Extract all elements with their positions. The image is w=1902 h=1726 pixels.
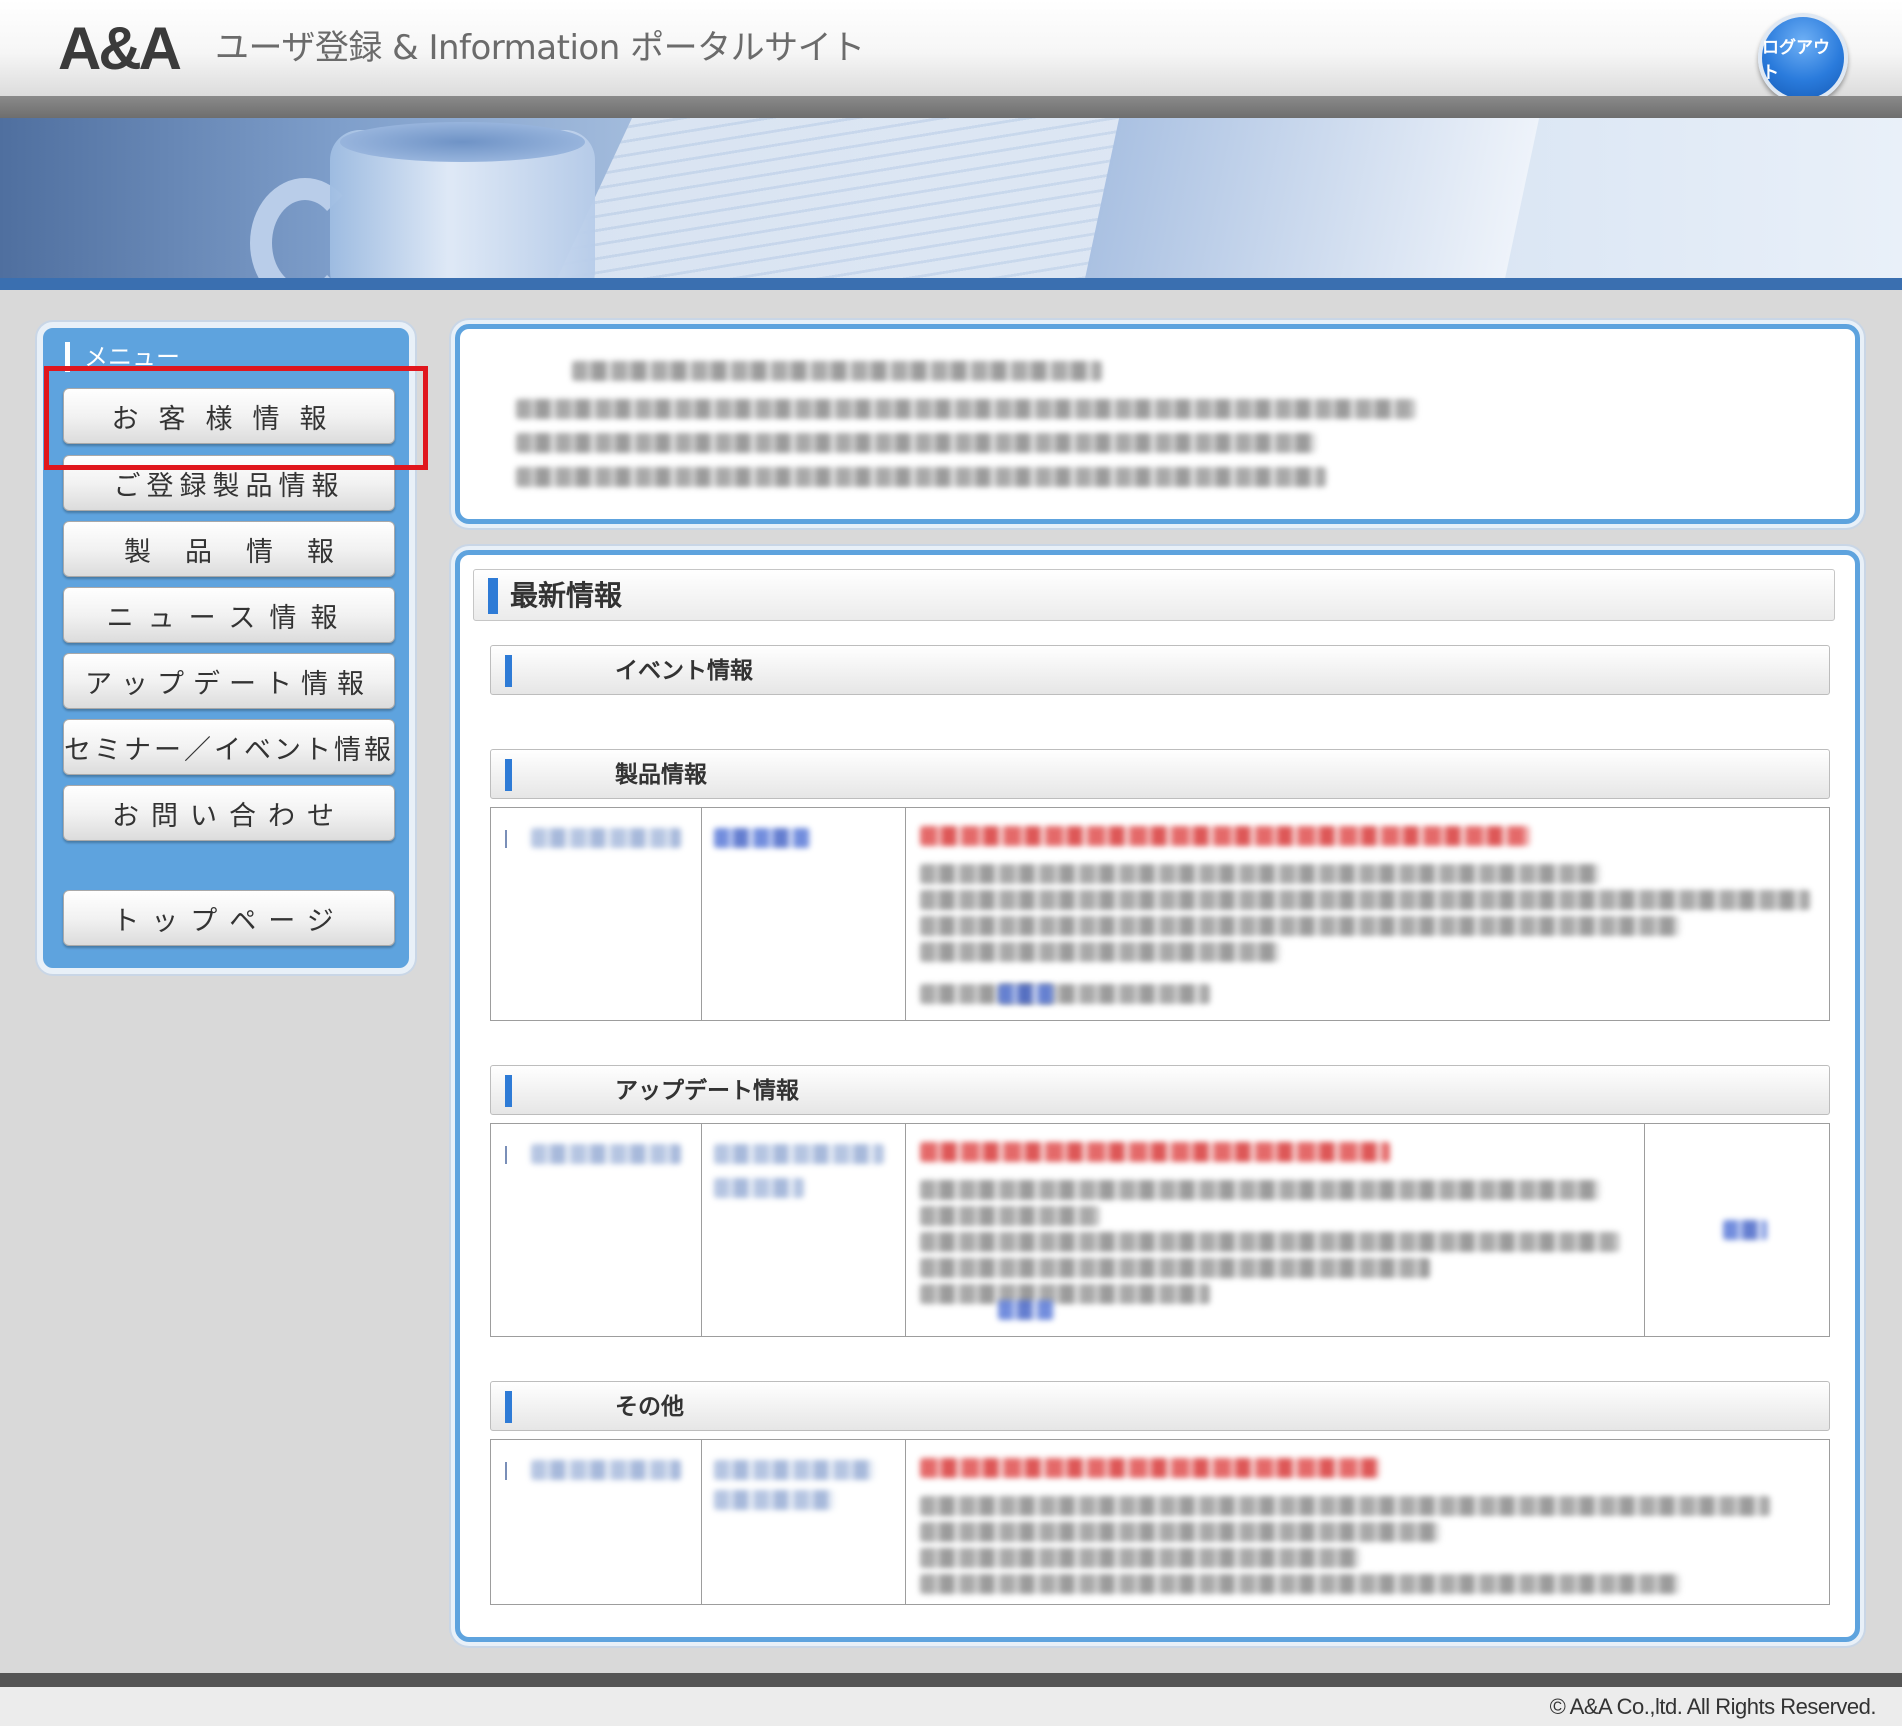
sidebar-item-update-info[interactable]: アップデート情報	[63, 653, 395, 709]
blurred-text	[920, 1232, 1620, 1252]
blurred-download-link[interactable]	[1723, 1220, 1767, 1240]
latest-news-panel: 最新情報 イベント情報 製品情報 アップデート情報 その他	[455, 550, 1860, 1642]
table-cell-category	[702, 1124, 906, 1336]
latest-news-title: 最新情報	[510, 579, 623, 612]
section-header-update-info: アップデート情報	[490, 1065, 1830, 1115]
blurred-link[interactable]	[998, 1300, 1054, 1320]
sidebar-item-product-info[interactable]: 製品情報	[63, 521, 395, 577]
blurred-text	[920, 1284, 1210, 1304]
section-header-product-info: 製品情報	[490, 749, 1830, 799]
blurred-category-link[interactable]	[714, 1460, 874, 1480]
section-accent-bar	[505, 1075, 512, 1107]
table-cell-content	[906, 1124, 1645, 1336]
blurred-text	[920, 1180, 1600, 1200]
section-title: その他	[615, 1394, 684, 1420]
sidebar-item-registered-products[interactable]: ご登録製品情報	[63, 455, 395, 511]
table-cell-content	[906, 808, 1829, 1020]
row-marker	[505, 1146, 507, 1164]
row-marker	[505, 830, 507, 848]
intro-panel	[455, 324, 1860, 524]
blurred-date	[531, 1144, 681, 1164]
footer-divider	[0, 1673, 1902, 1687]
header-divider	[0, 96, 1902, 118]
site-footer: © A&A Co.,ltd. All Rights Reserved.	[0, 1687, 1902, 1726]
section-title: イベント情報	[615, 658, 753, 684]
logout-button[interactable]: ログアウト	[1758, 13, 1848, 103]
blurred-text	[920, 1574, 1680, 1594]
blurred-text	[920, 1496, 1770, 1516]
table-cell-download	[1645, 1124, 1829, 1336]
banner-stripe	[0, 278, 1902, 290]
table-cell-content	[906, 1440, 1829, 1604]
banner-mug-rim-shape	[340, 122, 585, 162]
banner-image	[0, 118, 1902, 278]
blurred-text	[920, 864, 1600, 884]
table-cell-category	[702, 808, 906, 1020]
blurred-text	[516, 467, 1326, 487]
sidebar-item-news-info[interactable]: ニュース情報	[63, 587, 395, 643]
site-header: A&A ユーザ登録 & Information ポータルサイト ログアウト	[0, 0, 1902, 103]
row-marker	[505, 1462, 507, 1480]
blurred-headline[interactable]	[920, 826, 1530, 846]
blurred-link[interactable]	[998, 984, 1054, 1004]
section-accent-bar	[505, 655, 512, 687]
section-title: 製品情報	[615, 762, 707, 788]
sidebar-menu: メニュー お客様情報 ご登録製品情報 製品情報 ニュース情報 アップデート情報 …	[37, 322, 415, 974]
sidebar-item-customer-info[interactable]: お客様情報	[63, 388, 395, 444]
section-accent-bar	[505, 759, 512, 791]
blurred-category-link[interactable]	[714, 828, 810, 848]
blurred-text	[516, 399, 1416, 419]
section-header-other: その他	[490, 1381, 1830, 1431]
table-cell-category	[702, 1440, 906, 1604]
blurred-text	[572, 361, 1102, 381]
table-cell-date	[491, 1440, 702, 1604]
section-header-event-info: イベント情報	[490, 645, 1830, 695]
blurred-text	[920, 890, 1810, 910]
section-accent-bar	[505, 1391, 512, 1423]
blurred-text	[920, 942, 1280, 962]
sidebar-item-seminar-event-info[interactable]: セミナー／イベント情報	[63, 719, 395, 775]
other-info-table	[490, 1439, 1830, 1605]
update-info-table	[490, 1123, 1830, 1337]
section-title: アップデート情報	[615, 1078, 799, 1104]
sidebar-item-contact[interactable]: お問い合わせ	[63, 785, 395, 841]
menu-title: メニュー	[65, 342, 180, 372]
blurred-category-link[interactable]	[714, 1490, 834, 1510]
blurred-date	[531, 1460, 681, 1480]
site-title: ユーザ登録 & Information ポータルサイト	[215, 28, 865, 68]
blurred-text	[920, 1206, 1100, 1226]
blurred-text	[920, 1522, 1440, 1542]
sidebar-item-top-page[interactable]: トップページ	[63, 890, 395, 946]
blurred-text	[516, 433, 1316, 453]
latest-news-header: 最新情報	[473, 569, 1835, 621]
product-info-table	[490, 807, 1830, 1021]
blurred-text	[920, 1258, 1430, 1278]
table-cell-date	[491, 1124, 702, 1336]
blurred-text	[920, 916, 1680, 936]
banner-laptop-screen-shape	[1074, 118, 1546, 278]
blurred-headline[interactable]	[920, 1458, 1380, 1478]
blurred-date	[531, 828, 681, 848]
site-logo: A&A	[58, 15, 182, 82]
blurred-text	[920, 1548, 1360, 1568]
table-cell-date	[491, 808, 702, 1020]
blurred-category-link[interactable]	[714, 1144, 884, 1164]
blurred-category-link[interactable]	[714, 1178, 804, 1198]
copyright-text: © A&A Co.,ltd. All Rights Reserved.	[1549, 1694, 1877, 1719]
blurred-headline[interactable]	[920, 1142, 1390, 1162]
header-accent-bar	[488, 578, 498, 614]
blurred-text	[920, 984, 1210, 1004]
